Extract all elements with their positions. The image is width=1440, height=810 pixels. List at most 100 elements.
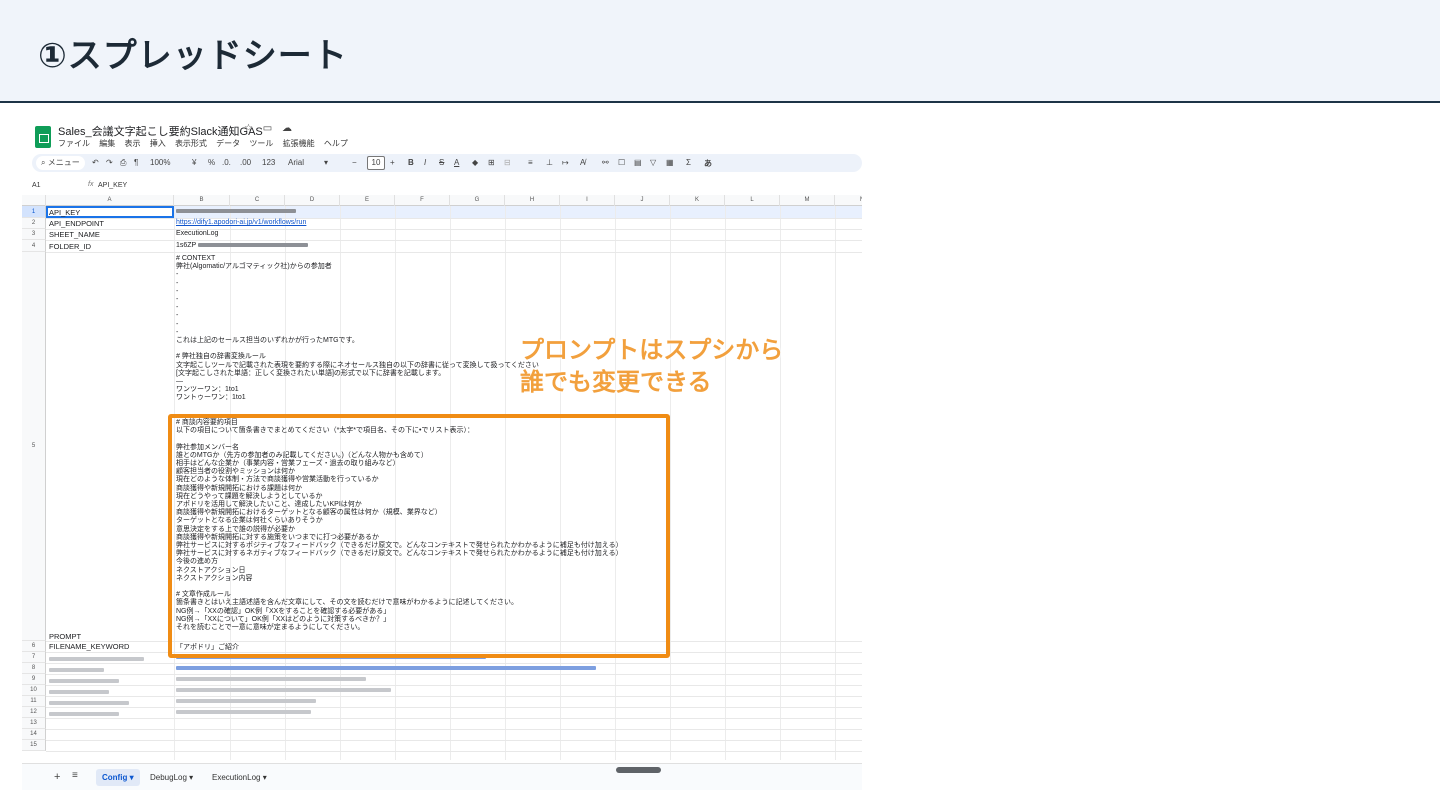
cell-a9-redacted[interactable] bbox=[49, 676, 119, 685]
folder-icon[interactable]: ▭ bbox=[263, 123, 272, 134]
cell-b10-redacted[interactable] bbox=[176, 687, 391, 694]
undo-icon[interactable]: ↶ bbox=[92, 158, 99, 167]
cell-b2-link[interactable]: https://dify1.apodori-ai.jp/v1/workflows… bbox=[176, 219, 306, 226]
row-header[interactable]: 8 bbox=[22, 663, 46, 674]
cloud-icon[interactable]: ☁ bbox=[282, 123, 292, 134]
row-header[interactable]: 3 bbox=[22, 229, 46, 240]
tab-debuglog[interactable]: DebugLog ▾ bbox=[144, 769, 199, 786]
row-header[interactable]: 9 bbox=[22, 674, 46, 685]
cell-b4[interactable]: 1s6ZP bbox=[176, 242, 309, 249]
menu-format[interactable]: 表示形式 bbox=[175, 139, 207, 148]
document-title[interactable]: Sales_会議文字起こし要約Slack通知GAS bbox=[58, 123, 263, 139]
functions-button[interactable]: Σ bbox=[686, 158, 691, 167]
currency-button[interactable]: ¥ bbox=[192, 158, 196, 167]
cell-b3[interactable]: ExecutionLog bbox=[176, 230, 218, 237]
cell-a8-redacted[interactable] bbox=[49, 665, 104, 674]
insert-link-icon[interactable]: ⚯ bbox=[602, 158, 609, 167]
cell-a11-redacted[interactable] bbox=[49, 698, 129, 707]
menu-help[interactable]: ヘルプ bbox=[324, 139, 348, 148]
cell-a10-redacted[interactable] bbox=[49, 687, 109, 696]
cell-a7-redacted[interactable] bbox=[49, 654, 144, 663]
insert-chart-icon[interactable]: ▤ bbox=[634, 158, 642, 167]
text-rotation-icon[interactable]: A̸ bbox=[580, 158, 585, 167]
row-header[interactable]: 15 bbox=[22, 740, 46, 751]
paint-format-icon[interactable]: ¶ bbox=[134, 158, 138, 167]
cell-b8-redacted[interactable] bbox=[176, 665, 596, 672]
italic-button[interactable]: I bbox=[424, 158, 426, 167]
chevron-down-icon[interactable]: ▾ bbox=[324, 158, 328, 167]
decrease-decimal-button[interactable]: .0. bbox=[222, 158, 231, 167]
tab-config[interactable]: Config ▾ bbox=[96, 769, 140, 786]
increase-decimal-button[interactable]: .00 bbox=[240, 158, 251, 167]
star-icon[interactable]: ☆ bbox=[244, 123, 253, 134]
vertical-align-icon[interactable]: ⊥ bbox=[546, 158, 553, 167]
select-all-corner[interactable] bbox=[22, 195, 46, 206]
cell-b9-redacted[interactable] bbox=[176, 676, 366, 683]
horizontal-align-icon[interactable]: ≡ bbox=[528, 158, 533, 167]
cell-b12-redacted[interactable] bbox=[176, 709, 311, 716]
column-header[interactable]: D bbox=[285, 195, 340, 206]
input-tools-button[interactable]: あ bbox=[704, 158, 712, 169]
font-size-plus[interactable]: + bbox=[390, 158, 395, 167]
filter-views-icon[interactable]: ▦ bbox=[666, 158, 674, 167]
column-header[interactable]: F bbox=[395, 195, 450, 206]
percent-button[interactable]: % bbox=[208, 158, 215, 167]
menu-insert[interactable]: 挿入 bbox=[150, 139, 166, 148]
menu-extensions[interactable]: 拡張機能 bbox=[283, 139, 315, 148]
column-header[interactable]: G bbox=[450, 195, 505, 206]
prompt-context-text[interactable]: # CONTEXT 弊社(Algomatic/アルゴマティック社)からの参加者 … bbox=[176, 255, 539, 403]
name-box[interactable]: A1 bbox=[32, 182, 41, 189]
row-header[interactable]: 11 bbox=[22, 696, 46, 707]
row-header[interactable]: 5 bbox=[22, 252, 46, 641]
menu-edit[interactable]: 編集 bbox=[99, 139, 115, 148]
redo-icon[interactable]: ↷ bbox=[106, 158, 113, 167]
cell-a4[interactable]: FOLDER_ID bbox=[49, 242, 91, 251]
text-wrap-icon[interactable]: ↦ bbox=[562, 158, 569, 167]
row-header[interactable]: 1 bbox=[22, 206, 46, 218]
horizontal-scrollbar[interactable] bbox=[616, 767, 661, 773]
borders-icon[interactable]: ⊞ bbox=[488, 158, 495, 167]
row-header[interactable]: 12 bbox=[22, 707, 46, 718]
number-format-button[interactable]: 123 bbox=[262, 158, 275, 167]
menu-file[interactable]: ファイル bbox=[58, 139, 90, 148]
cell-a3[interactable]: SHEET_NAME bbox=[49, 230, 100, 239]
column-header[interactable]: B bbox=[174, 195, 230, 206]
column-header[interactable]: A bbox=[46, 195, 174, 206]
menu-view[interactable]: 表示 bbox=[124, 139, 140, 148]
column-header[interactable]: N bbox=[835, 195, 862, 206]
cell-b1-redacted[interactable] bbox=[176, 208, 296, 215]
column-header[interactable]: J bbox=[615, 195, 670, 206]
zoom-select[interactable]: 100% bbox=[150, 158, 170, 167]
font-size-input[interactable]: 10 bbox=[367, 156, 385, 170]
row-header[interactable]: 10 bbox=[22, 685, 46, 696]
row-header[interactable]: 4 bbox=[22, 240, 46, 252]
all-sheets-icon[interactable]: ≡ bbox=[72, 770, 78, 781]
cell-a5[interactable]: PROMPT bbox=[49, 632, 81, 641]
filter-icon[interactable]: ▽ bbox=[650, 158, 656, 167]
menu-search[interactable]: ⌕ メニュー bbox=[36, 156, 85, 170]
merge-cells-icon[interactable]: ⊟ bbox=[504, 158, 511, 167]
menu-tools[interactable]: ツール bbox=[249, 139, 273, 148]
row-header[interactable]: 6 bbox=[22, 641, 46, 652]
column-header[interactable]: K bbox=[670, 195, 725, 206]
row-header[interactable]: 13 bbox=[22, 718, 46, 729]
cell-a2[interactable]: API_ENDPOINT bbox=[49, 219, 104, 228]
text-color-button[interactable]: A bbox=[454, 158, 459, 167]
column-header[interactable]: M bbox=[780, 195, 835, 206]
font-select[interactable]: Arial bbox=[288, 158, 304, 167]
cell-b11-redacted[interactable] bbox=[176, 698, 316, 705]
strikethrough-button[interactable]: S bbox=[439, 158, 444, 167]
add-sheet-icon[interactable]: + bbox=[54, 771, 60, 783]
insert-comment-icon[interactable]: ☐ bbox=[618, 158, 625, 167]
row-header[interactable]: 2 bbox=[22, 218, 46, 229]
cell-a12-redacted[interactable] bbox=[49, 709, 119, 718]
tab-executionlog[interactable]: ExecutionLog ▾ bbox=[206, 769, 273, 786]
column-header[interactable]: E bbox=[340, 195, 395, 206]
column-header[interactable]: H bbox=[505, 195, 560, 206]
column-header[interactable]: C bbox=[230, 195, 285, 206]
font-size-minus[interactable]: − bbox=[352, 158, 357, 167]
print-icon[interactable]: ⎙ bbox=[120, 158, 126, 168]
menu-data[interactable]: データ bbox=[216, 139, 240, 148]
cell-a6[interactable]: FILENAME_KEYWORD bbox=[49, 642, 129, 651]
column-header[interactable]: L bbox=[725, 195, 780, 206]
